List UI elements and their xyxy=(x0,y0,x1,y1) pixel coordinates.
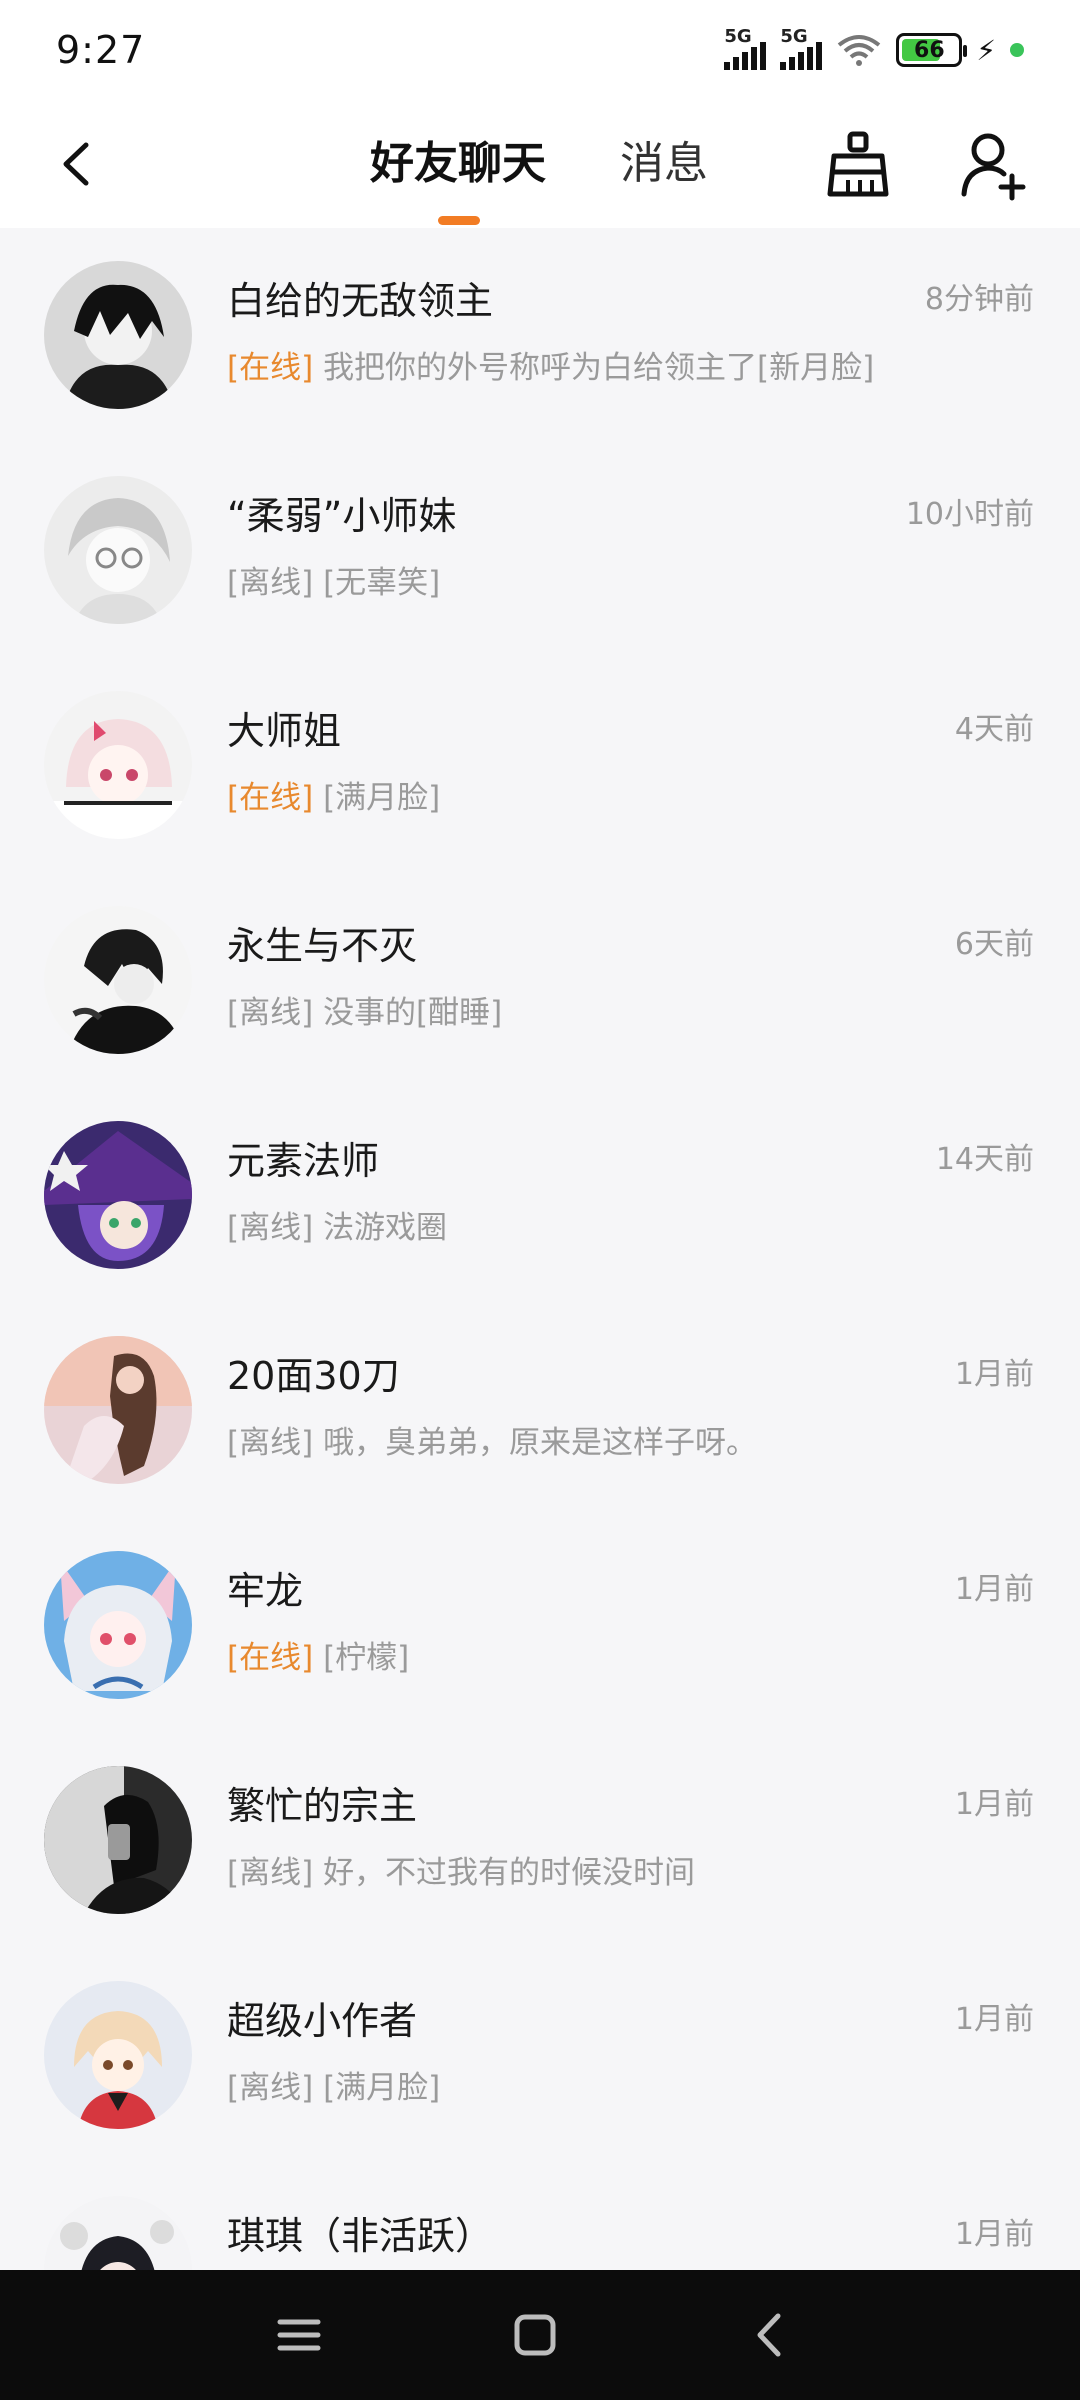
avatar[interactable] xyxy=(44,1336,192,1484)
chat-name: 牢龙 xyxy=(227,1569,304,1613)
last-message: 好，不过我有的时候没时间 xyxy=(323,1855,696,1891)
recent-apps-button[interactable] xyxy=(264,2300,334,2370)
avatar[interactable] xyxy=(44,1551,192,1699)
offline-status-badge: [离线] xyxy=(227,1210,314,1246)
tab-messages[interactable]: 消息 xyxy=(620,128,708,200)
last-message: [无辜笑] xyxy=(323,565,441,601)
chat-name: 白给的无敌领主 xyxy=(227,279,494,323)
status-icons: 5G 5G 66 ⚡ xyxy=(724,26,1024,70)
online-status-badge: [在线] xyxy=(227,1640,314,1676)
online-status-badge: [在线] xyxy=(227,780,314,816)
signal-icon: 5G xyxy=(724,26,767,70)
offline-status-badge: [离线] xyxy=(227,1855,314,1891)
square-icon xyxy=(514,2314,556,2356)
chat-time: 14天前 xyxy=(935,1142,1034,1177)
avatar[interactable] xyxy=(44,691,192,839)
chat-preview: [离线] 法游戏圈 xyxy=(227,1202,447,1247)
active-tab-indicator xyxy=(438,216,480,225)
avatar[interactable] xyxy=(44,1981,192,2129)
last-message: 我把你的外号称呼为白给领主了[新月脸] xyxy=(323,350,875,386)
indicator-dot-icon xyxy=(1010,43,1024,57)
chat-preview: [离线] 没事的[酣睡] xyxy=(227,987,502,1032)
chat-preview: [离线] 哦，臭弟弟，原来是这样子呀。 xyxy=(227,1417,757,1462)
menu-icon xyxy=(277,2319,321,2351)
top-app-bar: 好友聊天 消息 xyxy=(0,100,1080,228)
chat-preview: [离线] 好，不过我有的时候没时间 xyxy=(227,1847,695,1892)
network-type-label: 5G xyxy=(724,26,752,47)
signal-icon: 5G xyxy=(780,26,823,70)
chat-time: 1月前 xyxy=(954,1357,1034,1392)
offline-status-badge: [离线] xyxy=(227,1425,314,1461)
chevron-left-icon xyxy=(63,142,89,186)
add-friend-button[interactable] xyxy=(956,126,1032,202)
battery-icon: 66 xyxy=(896,33,968,67)
chat-name: 20面30刀 xyxy=(227,1354,400,1398)
chat-list-item[interactable]: 白给的无敌领主 8分钟前 [在线] 我把你的外号称呼为白给领主了[新月脸] xyxy=(0,228,1080,443)
battery-level: 66 xyxy=(914,37,945,63)
chat-name: 元素法师 xyxy=(227,1139,380,1183)
chat-time: 1月前 xyxy=(954,2217,1034,2252)
clear-unread-button[interactable] xyxy=(820,126,896,202)
online-status-badge: [在线] xyxy=(227,350,314,386)
last-message: 法游戏圈 xyxy=(323,1210,448,1246)
chat-list-item[interactable]: 永生与不灭 6天前 [离线] 没事的[酣睡] xyxy=(0,873,1080,1088)
chat-time: 1月前 xyxy=(954,2002,1034,2037)
back-button[interactable] xyxy=(40,128,112,200)
chat-list-item[interactable]: 牢龙 1月前 [在线] [柠檬] xyxy=(0,1518,1080,1733)
chat-preview: [离线] [满月脸] xyxy=(227,2062,440,2107)
chat-time: 6天前 xyxy=(954,927,1034,962)
chat-time: 1月前 xyxy=(954,1572,1034,1607)
chat-preview: [在线] [满月脸] xyxy=(227,772,440,817)
offline-status-badge: [离线] xyxy=(227,2070,314,2106)
last-message: 没事的[酣睡] xyxy=(323,995,503,1031)
chevron-left-icon xyxy=(757,2313,781,2357)
avatar[interactable] xyxy=(44,1766,192,1914)
offline-status-badge: [离线] xyxy=(227,565,314,601)
offline-status-badge: [离线] xyxy=(227,995,314,1031)
last-message: [柠檬] xyxy=(323,1640,410,1676)
network-type-label: 5G xyxy=(780,26,808,47)
chat-name: 永生与不灭 xyxy=(227,924,418,968)
add-user-icon xyxy=(961,133,1026,201)
friend-chat-list: 白给的无敌领主 8分钟前 [在线] 我把你的外号称呼为白给领主了[新月脸] “柔… xyxy=(0,228,1080,2378)
avatar[interactable] xyxy=(44,906,192,1054)
chat-preview: [在线] [柠檬] xyxy=(227,1632,409,1677)
last-message: [满月脸] xyxy=(323,2070,441,2106)
home-button[interactable] xyxy=(500,2300,570,2370)
chat-list-item[interactable]: 繁忙的宗主 1月前 [离线] 好，不过我有的时候没时间 xyxy=(0,1733,1080,1948)
chat-list-item[interactable]: 20面30刀 1月前 [离线] 哦，臭弟弟，原来是这样子呀。 xyxy=(0,1303,1080,1518)
chat-name: 繁忙的宗主 xyxy=(227,1784,418,1828)
avatar[interactable] xyxy=(44,261,192,409)
chat-time: 10小时前 xyxy=(905,497,1034,532)
tab-friends-chat[interactable]: 好友聊天 xyxy=(370,128,546,200)
wifi-icon xyxy=(838,35,881,66)
chat-list-item[interactable]: 大师姐 4天前 [在线] [满月脸] xyxy=(0,658,1080,873)
chat-name: 琪琪（非活跃） xyxy=(227,2214,494,2258)
chat-preview: [离线] [无辜笑] xyxy=(227,557,440,602)
status-bar: 9:27 5G 5G 66 ⚡ xyxy=(0,0,1080,100)
chat-time: 4天前 xyxy=(954,712,1034,747)
system-back-button[interactable] xyxy=(736,2300,806,2370)
chat-time: 8分钟前 xyxy=(924,282,1034,317)
avatar[interactable] xyxy=(44,1121,192,1269)
chat-preview: [在线] 我把你的外号称呼为白给领主了[新月脸] xyxy=(227,342,874,387)
avatar[interactable] xyxy=(44,476,192,624)
charging-icon: ⚡ xyxy=(976,33,996,67)
system-navigation-bar xyxy=(0,2270,1080,2400)
broom-icon xyxy=(827,131,889,197)
chat-list-item[interactable]: 元素法师 14天前 [离线] 法游戏圈 xyxy=(0,1088,1080,1303)
chat-name: 大师姐 xyxy=(227,709,342,753)
chat-name: “柔弱”小师妹 xyxy=(227,494,457,538)
chat-list-item[interactable]: “柔弱”小师妹 10小时前 [离线] [无辜笑] xyxy=(0,443,1080,658)
status-time: 9:27 xyxy=(56,28,146,72)
chat-name: 超级小作者 xyxy=(227,1999,418,2043)
last-message: [满月脸] xyxy=(323,780,441,816)
chat-list-item[interactable]: 超级小作者 1月前 [离线] [满月脸] xyxy=(0,1948,1080,2163)
last-message: 哦，臭弟弟，原来是这样子呀。 xyxy=(323,1425,758,1461)
chat-time: 1月前 xyxy=(954,1787,1034,1822)
